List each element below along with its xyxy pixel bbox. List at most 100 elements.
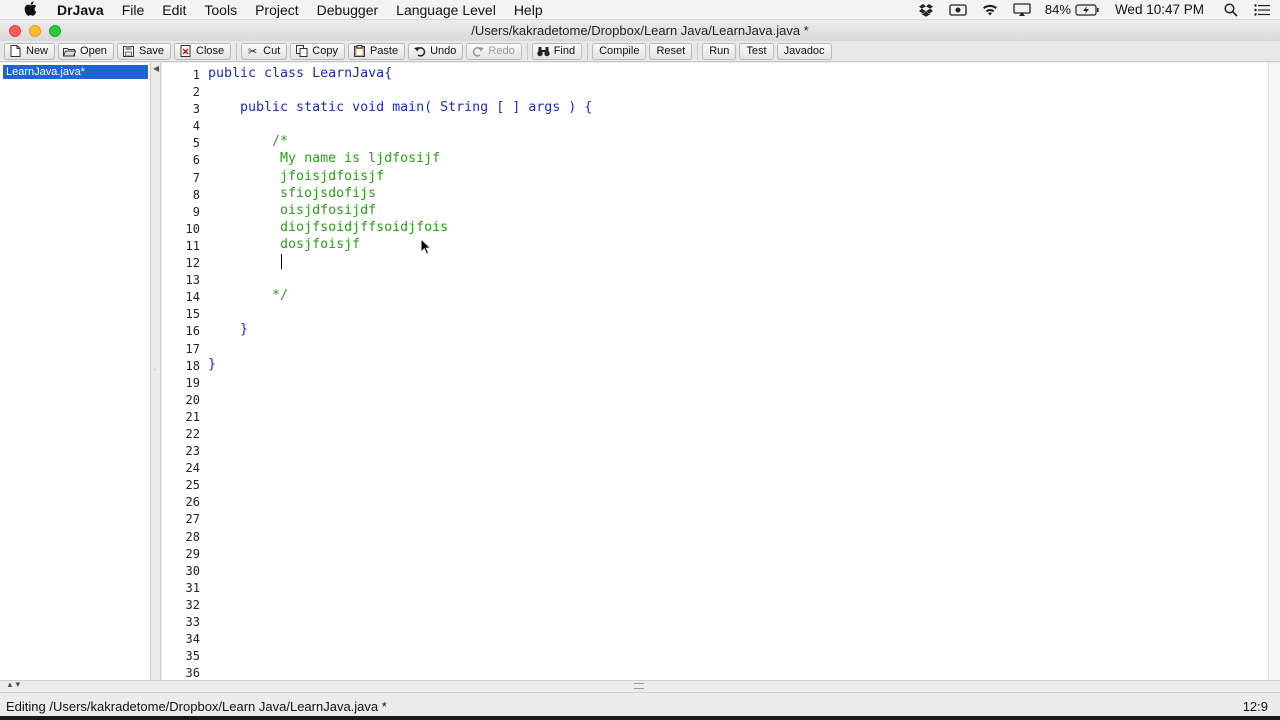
redo-button-label: Redo [488,45,515,57]
run-button[interactable]: Run [702,42,737,60]
split-grip-icon[interactable] [634,683,644,689]
comment-line[interactable]: /* [208,133,1258,150]
dropbox-icon[interactable] [918,3,935,17]
reset-button[interactable]: Reset [649,42,693,60]
airplay-display-icon[interactable] [1013,3,1031,16]
code-line[interactable] [208,304,1258,321]
window-close-button[interactable] [9,25,21,37]
compile-button[interactable]: Compile [592,42,647,60]
new-file-icon [9,45,22,58]
menu-file[interactable]: File [113,0,154,20]
code-line-text: public class LearnJava{ [208,66,393,81]
copy-button-label: Copy [312,45,338,57]
split-arrows-icon[interactable]: ▲▼ [6,680,22,689]
menu-debugger[interactable]: Debugger [308,0,388,20]
paste-button[interactable]: Paste [347,42,406,60]
copy-button[interactable]: Copy [290,42,345,60]
code-line-text: dosjfoisjf [208,236,361,252]
menu-clock[interactable]: Wed 10:47 PM [1115,2,1204,17]
code-line[interactable] [208,116,1258,133]
window-zoom-button[interactable] [49,25,61,37]
comment-line[interactable]: diojfsoidjffsoidjfois [208,219,1258,236]
code-line[interactable]: public static void main( String [ ] args… [208,99,1258,116]
line-number: 3 [192,102,200,117]
menu-app-name[interactable]: DrJava [48,0,113,20]
line-number: 26 [185,495,200,510]
menu-tools[interactable]: Tools [195,0,246,20]
spotlight-search-icon[interactable] [1224,2,1238,17]
compile-button-label: Compile [599,45,640,57]
horizontal-split-bar[interactable]: ▲▼ [0,680,1280,692]
test-button[interactable]: Test [739,42,774,60]
line-number: 20 [185,392,200,407]
code-line[interactable] [208,82,1258,99]
new-button[interactable]: New [4,42,56,60]
comment-line[interactable]: My name is ljdfosijf [208,150,1258,167]
line-number: 18 [185,358,200,373]
code-editor[interactable]: 1 2 3 4 5 6 7 8 9 10 11 12 13 14 15 16 17 18 19 20 21 22 23 24 2… [162,63,1268,680]
comment-line[interactable] [208,270,1258,287]
splitter-grip-icon: ◦ [153,365,156,374]
comment-line[interactable]: dosjfoisjf [208,236,1258,253]
redo-button[interactable]: Redo [466,42,522,60]
menu-edit[interactable]: Edit [153,0,195,20]
menu-project[interactable]: Project [246,0,308,20]
line-number: 6 [192,153,200,168]
window-title: /Users/kakradetome/Dropbox/Learn Java/Le… [471,23,809,38]
apple-icon[interactable] [20,0,40,19]
line-number: 23 [185,444,200,459]
code-area[interactable]: public class LearnJava{ public static vo… [208,65,1258,373]
new-button-label: New [26,45,49,57]
window-title-bar: /Users/kakradetome/Dropbox/Learn Java/Le… [0,21,1280,41]
menu-language-level[interactable]: Language Level [387,0,505,20]
comment-line[interactable] [208,253,1258,270]
comment-line[interactable]: sfiojsdofijs [208,185,1258,202]
open-button[interactable]: Open [58,42,114,60]
window-minimize-button[interactable] [29,25,41,37]
line-number: 28 [185,529,200,544]
screen-camera-icon[interactable] [949,3,967,16]
line-number: 34 [185,632,200,647]
line-number: 25 [185,478,200,493]
line-number-gutter: 1 2 3 4 5 6 7 8 9 10 11 12 13 14 15 16 17 18 19 20 21 22 23 24 2… [162,67,200,680]
panel-splitter[interactable]: ◀ ◦ [151,63,161,680]
notification-center-icon[interactable] [1254,3,1270,16]
code-line-text: } [208,322,249,338]
cut-button-label: Cut [263,45,281,57]
wifi-icon[interactable] [981,3,999,16]
find-button-label: Find [553,45,576,57]
open-file-item[interactable]: LearnJava.java* [3,65,148,79]
status-bar: Editing /Users/kakradetome/Dropbox/Learn… [0,692,1280,720]
comment-line[interactable]: jfoisjdfoisjf [208,168,1258,185]
code-line[interactable]: } [208,356,1258,373]
clipboard-icon [353,45,366,58]
find-button[interactable]: Find [531,42,583,60]
status-message: Editing /Users/kakradetome/Dropbox/Learn… [6,699,387,714]
menu-help[interactable]: Help [505,0,552,20]
scissors-icon: ✂ [248,45,258,58]
undo-button[interactable]: Undo [408,42,464,60]
close-file-icon [179,45,192,58]
line-number: 2 [192,85,200,100]
close-file-button[interactable]: Close [174,42,232,60]
test-button-label: Test [746,45,767,57]
javadoc-button[interactable]: Javadoc [776,42,832,60]
code-line[interactable]: public class LearnJava{ [208,65,1258,82]
collapse-left-arrow-icon[interactable]: ◀ [153,64,159,73]
save-button[interactable]: Save [116,42,172,60]
editor-vertical-scrollbar[interactable] [1268,63,1280,680]
line-number: 32 [185,597,200,612]
line-number: 24 [185,461,200,476]
code-line[interactable]: } [208,321,1258,338]
comment-line[interactable]: */ [208,287,1258,304]
save-button-label: Save [138,45,165,57]
battery-icon[interactable] [1075,3,1099,16]
code-line-text: My name is ljdfosijf [208,151,441,167]
comment-line[interactable]: oisjdfosijdf [208,202,1258,219]
code-line[interactable] [208,339,1258,356]
window-bottom-edge [0,716,1280,720]
code-line-text: sfiojsdofijs [208,185,377,201]
line-number: 14 [185,290,200,305]
line-number: 36 [185,666,200,680]
cut-button[interactable]: ✂ Cut [241,42,288,60]
